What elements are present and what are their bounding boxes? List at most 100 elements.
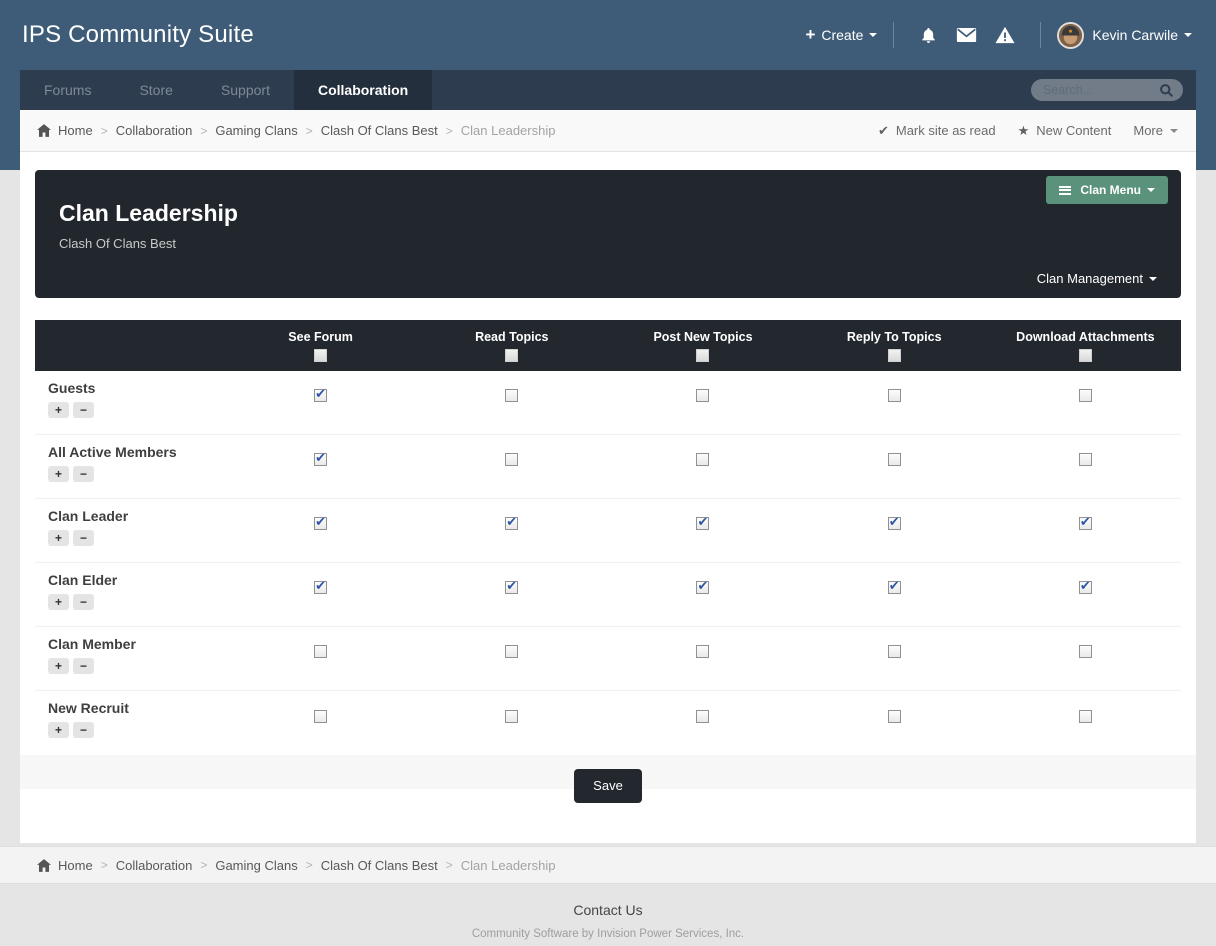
remove-permission-button-clan-elder[interactable]: − [73,594,94,610]
breadcrumb-link-gaming-clans[interactable]: Gaming Clans [215,123,297,138]
perm-cell [990,691,1181,755]
contact-us-link[interactable]: Contact Us [573,902,642,918]
breadcrumb-separator: > [200,858,207,872]
perm-cell [990,435,1181,498]
column-toggle-checkbox-see-forum[interactable] [314,349,327,362]
perm-checkbox-clan-elder-post-new-topics[interactable] [696,581,709,594]
remove-permission-button-clan-member[interactable]: − [73,658,94,674]
add-permission-button-clan-member[interactable]: + [48,658,69,674]
tab-support[interactable]: Support [197,70,294,110]
more-menu-button[interactable]: More [1133,123,1178,138]
moderation-warning-icon[interactable] [995,26,1015,44]
column-toggle-checkbox-post-new-topics[interactable] [696,349,709,362]
perm-checkbox-guests-see-forum[interactable] [314,389,327,402]
perm-checkbox-guests-download-attachments[interactable] [1079,389,1092,402]
perm-checkbox-clan-leader-reply-to-topics[interactable] [888,517,901,530]
perm-checkbox-clan-leader-download-attachments[interactable] [1079,517,1092,530]
perm-checkbox-clan-leader-see-forum[interactable] [314,517,327,530]
add-permission-button-clan-leader[interactable]: + [48,530,69,546]
perm-checkbox-all-active-members-read-topics[interactable] [505,453,518,466]
breadcrumb-link-clash-of-clans-best[interactable]: Clash Of Clans Best [321,123,438,138]
column-toggle-checkbox-read-topics[interactable] [505,349,518,362]
remove-permission-button-all-active-members[interactable]: − [73,466,94,482]
new-content-button[interactable]: ★ New Content [1018,123,1112,139]
perm-checkbox-clan-elder-download-attachments[interactable] [1079,581,1092,594]
perm-checkbox-new-recruit-post-new-topics[interactable] [696,710,709,723]
home-icon[interactable] [37,859,51,872]
tab-collaboration[interactable]: Collaboration [294,70,432,110]
perm-checkbox-clan-leader-read-topics[interactable] [505,517,518,530]
create-button[interactable]: + Create [805,25,877,45]
perm-column-label: Reply To Topics [847,330,942,344]
tab-store[interactable]: Store [115,70,196,110]
perm-checkbox-clan-elder-reply-to-topics[interactable] [888,581,901,594]
breadcrumb-link-collaboration[interactable]: Collaboration [116,123,193,138]
perm-row-header: Clan Member+− [35,627,225,690]
breadcrumb-link-clash-of-clans-best[interactable]: Clash Of Clans Best [321,858,438,873]
more-label: More [1133,123,1163,138]
mark-site-as-read-button[interactable]: ✔ Mark site as read [878,123,996,139]
add-permission-button-clan-elder[interactable]: + [48,594,69,610]
perm-checkbox-clan-elder-see-forum[interactable] [314,581,327,594]
perm-row-buttons: +− [48,402,225,418]
perm-row-header: All Active Members+− [35,435,225,498]
clan-menu-button[interactable]: Clan Menu [1046,176,1168,204]
perm-checkbox-guests-post-new-topics[interactable] [696,389,709,402]
column-toggle-checkbox-download-attachments[interactable] [1079,349,1092,362]
clan-management-menu[interactable]: Clan Management [1037,271,1157,286]
perm-checkbox-all-active-members-download-attachments[interactable] [1079,453,1092,466]
messages-envelope-icon[interactable] [956,27,977,43]
remove-permission-button-guests[interactable]: − [73,402,94,418]
perm-checkbox-clan-member-post-new-topics[interactable] [696,645,709,658]
perm-column-label: Download Attachments [1016,330,1154,344]
perm-checkbox-new-recruit-reply-to-topics[interactable] [888,710,901,723]
search-input[interactable] [1043,83,1159,97]
add-permission-button-new-recruit[interactable]: + [48,722,69,738]
user-menu[interactable]: Kevin Carwile [1057,22,1192,49]
breadcrumb-link-collaboration[interactable]: Collaboration [116,858,193,873]
tab-forums[interactable]: Forums [20,70,115,110]
perm-column-header-reply-to-topics: Reply To Topics [799,330,990,362]
perm-checkbox-all-active-members-see-forum[interactable] [314,453,327,466]
breadcrumb-separator: > [101,124,108,138]
perm-row-buttons: +− [48,530,225,546]
remove-permission-button-clan-leader[interactable]: − [73,530,94,546]
check-icon: ✔ [878,123,889,139]
search-box[interactable] [1031,79,1183,101]
breadcrumb-bar: Home>Collaboration>Gaming Clans>Clash Of… [20,110,1196,152]
breadcrumb-link-home[interactable]: Home [58,858,93,873]
home-icon[interactable] [37,124,51,137]
perm-checkbox-all-active-members-post-new-topics[interactable] [696,453,709,466]
top-breadcrumb-list: Home>Collaboration>Gaming Clans>Clash Of… [58,123,555,138]
column-toggle-checkbox-reply-to-topics[interactable] [888,349,901,362]
perm-checkbox-guests-reply-to-topics[interactable] [888,389,901,402]
notifications-bell-icon[interactable] [919,26,938,45]
perm-checkbox-guests-read-topics[interactable] [505,389,518,402]
perm-cell [607,499,798,562]
caret-down-icon [869,33,877,37]
site-title[interactable]: IPS Community Suite [22,21,254,49]
search-icon[interactable] [1159,83,1174,98]
perm-row-guests: Guests+− [35,371,1181,435]
perm-checkbox-new-recruit-read-topics[interactable] [505,710,518,723]
perm-cell [416,499,607,562]
perm-checkbox-clan-member-reply-to-topics[interactable] [888,645,901,658]
add-permission-button-guests[interactable]: + [48,402,69,418]
breadcrumb-link-home[interactable]: Home [58,123,93,138]
perm-checkbox-clan-member-download-attachments[interactable] [1079,645,1092,658]
perm-checkbox-new-recruit-see-forum[interactable] [314,710,327,723]
save-button[interactable]: Save [574,769,642,803]
add-permission-button-all-active-members[interactable]: + [48,466,69,482]
perm-checkbox-new-recruit-download-attachments[interactable] [1079,710,1092,723]
perm-checkbox-clan-member-see-forum[interactable] [314,645,327,658]
perm-checkbox-clan-leader-post-new-topics[interactable] [696,517,709,530]
perm-checkbox-clan-elder-read-topics[interactable] [505,581,518,594]
perm-cell [990,499,1181,562]
breadcrumb-link-gaming-clans[interactable]: Gaming Clans [215,858,297,873]
perm-cell [225,563,416,626]
perm-checkbox-clan-member-read-topics[interactable] [505,645,518,658]
perm-checkbox-all-active-members-reply-to-topics[interactable] [888,453,901,466]
perm-row-header: Clan Leader+− [35,499,225,562]
remove-permission-button-new-recruit[interactable]: − [73,722,94,738]
perm-cell [799,627,990,690]
